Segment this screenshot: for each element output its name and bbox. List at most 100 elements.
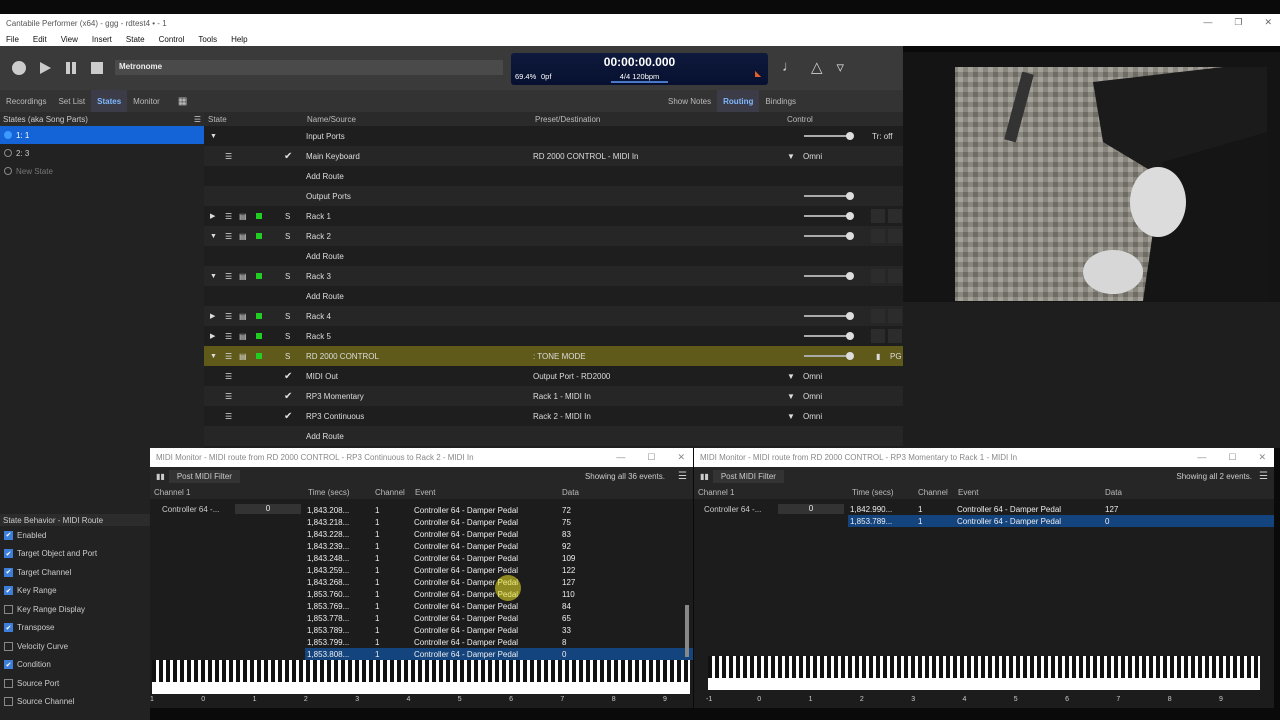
monitor2-filter[interactable]: Post MIDI Filter — [712, 469, 784, 483]
m1-col-data[interactable]: Data — [562, 488, 579, 497]
gain-slider[interactable] — [804, 232, 854, 240]
solo-button[interactable]: S — [285, 272, 290, 281]
grid-row-rack[interactable]: ▶☰▤SRack 4●● — [204, 306, 1043, 326]
state-radio-icon[interactable] — [4, 149, 12, 157]
row-destination[interactable]: Rack 2 - MIDI In — [533, 412, 591, 421]
expand-icon[interactable]: ▶ — [210, 312, 215, 320]
tab-monitor[interactable]: Monitor — [127, 90, 166, 112]
event-row[interactable]: 1,843.239... 1 Controller 64 - Damper Peda… — [305, 540, 693, 552]
tab-show-notes[interactable]: Show Notes — [662, 90, 717, 112]
filter-icon[interactable]: ▼ — [787, 412, 795, 421]
route-enabled-check-icon[interactable]: ✔ — [284, 411, 292, 422]
rack-settings-icon[interactable]: ▤ — [239, 272, 247, 281]
grid-row-route[interactable]: ☰✔MIDI OutOutput Port - RD2000▼Omni●●- — [204, 366, 1065, 386]
maximize-icon[interactable]: ❐ — [1234, 17, 1242, 28]
solo-button[interactable]: S — [285, 332, 290, 341]
rack-slot[interactable] — [888, 209, 902, 223]
drag-handle-icon[interactable]: ☰ — [225, 412, 232, 421]
m1-col-channel[interactable]: Channel — [375, 488, 405, 497]
row-destination[interactable]: : TONE MODE — [533, 352, 586, 361]
drag-handle-icon[interactable]: ☰ — [225, 272, 232, 281]
state-item[interactable]: 2: 3 — [0, 144, 204, 162]
grid-row-rack[interactable]: ▶ ☰ ▤ S Rack 1 — [204, 206, 903, 226]
state-item[interactable]: 1: 1 — [0, 126, 204, 144]
gain-slider[interactable] — [804, 352, 854, 360]
menu-file[interactable]: File — [6, 35, 19, 44]
menu-tools[interactable]: Tools — [198, 35, 217, 44]
slider-knob[interactable] — [846, 312, 854, 320]
checkbox-icon[interactable] — [4, 678, 13, 688]
grid-row-add[interactable]: Add Route — [204, 166, 903, 186]
row-control[interactable]: Omni — [803, 412, 822, 421]
tab-routing[interactable]: Routing — [717, 90, 760, 112]
behavior-item[interactable]: Source Port — [0, 674, 150, 693]
menu-state[interactable]: State — [126, 35, 145, 44]
slider-knob[interactable] — [846, 232, 854, 240]
gain-slider[interactable] — [804, 132, 854, 140]
rack-slot[interactable] — [871, 229, 885, 243]
rack-slot[interactable] — [871, 329, 885, 343]
expand-icon[interactable]: ▼ — [210, 273, 217, 280]
lock-icon[interactable]: ▮ — [876, 352, 880, 361]
behavior-item[interactable]: ✔ Key Range — [0, 582, 150, 601]
tempo-display[interactable]: 4/4 120bpm — [511, 72, 768, 81]
slider-knob[interactable] — [846, 132, 854, 140]
tap-tempo-icon[interactable]: ▿ — [837, 58, 845, 76]
grid-row-rack[interactable]: ▼☰▤SRD 2000 CONTROL: TONE MODE▮PGFX●● — [204, 346, 1043, 366]
monitor1-scrollbar[interactable] — [685, 605, 689, 657]
pause-toggle-icon[interactable]: ▮▮ — [700, 472, 709, 481]
col-control[interactable]: Control — [787, 115, 813, 124]
checkbox-icon[interactable]: ✔ — [4, 549, 13, 559]
monitor2-close-icon[interactable]: ✕ — [1258, 452, 1266, 463]
grid-row-route[interactable]: ☰✔RP3 MomentaryRack 1 - MIDI In▼Omni●●- — [204, 386, 1065, 406]
event-row[interactable]: 1,843.259... 1 Controller 64 - Damper Peda… — [305, 564, 693, 576]
tab-bindings[interactable]: Bindings — [759, 90, 802, 112]
monitor2-minimize-icon[interactable]: — — [1197, 452, 1206, 463]
behavior-item[interactable]: ✔ Target Object and Port — [0, 545, 150, 564]
gain-slider[interactable] — [804, 312, 854, 320]
monitor1-keyboard[interactable] — [152, 660, 690, 694]
grid-row-route[interactable]: ☰ ✔ Main Keyboard RD 2000 CONTROL - MIDI In… — [204, 146, 903, 166]
col-state[interactable]: State — [208, 115, 227, 124]
slider-knob[interactable] — [846, 272, 854, 280]
row-control[interactable]: Omni — [803, 152, 822, 161]
checkbox-icon[interactable] — [4, 641, 13, 651]
menu-edit[interactable]: Edit — [33, 35, 47, 44]
behavior-item[interactable]: ✔ Target Channel — [0, 563, 150, 582]
row-destination[interactable]: RD 2000 CONTROL - MIDI In — [533, 152, 639, 161]
monitor2-maximize-icon[interactable]: ☐ — [1228, 452, 1236, 463]
menu-icon[interactable]: ☰ — [194, 115, 201, 124]
checkbox-icon[interactable] — [4, 697, 13, 707]
expand-icon[interactable]: ▶ — [210, 332, 215, 340]
checkbox-icon[interactable]: ✔ — [4, 530, 13, 540]
behavior-item[interactable]: Source Channel — [0, 693, 150, 712]
note-icon[interactable]: ♩ — [782, 58, 797, 76]
grid-row-group[interactable]: Output Ports — [204, 186, 903, 206]
monitor2-menu-icon[interactable]: ☰ — [1259, 471, 1268, 482]
tab-states[interactable]: States — [91, 90, 128, 112]
checkbox-icon[interactable] — [4, 604, 13, 614]
checkbox-icon[interactable]: ✔ — [4, 586, 13, 596]
record-icon[interactable] — [10, 59, 28, 77]
menu-control[interactable]: Control — [159, 35, 185, 44]
col-name[interactable]: Name/Source — [307, 115, 356, 124]
solo-button[interactable]: S — [285, 352, 290, 361]
rack-settings-icon[interactable]: ▤ — [239, 312, 247, 321]
slider-knob[interactable] — [846, 352, 854, 360]
rack-slot[interactable] — [888, 269, 902, 283]
checkbox-icon[interactable]: ✔ — [4, 623, 13, 633]
close-icon[interactable]: ✕ — [1264, 17, 1272, 28]
event-row[interactable]: 1,853.789... 1 Controller 64 - Damper Peda… — [305, 624, 693, 636]
grid-row-group[interactable]: ▼ Input Ports Tr: off — [204, 126, 903, 146]
behavior-item[interactable]: Key Range Display — [0, 600, 150, 619]
grid-row-rack[interactable]: ▼ ☰ ▤ S Rack 3 — [204, 266, 903, 286]
route-enabled-check-icon[interactable]: ✔ — [284, 151, 292, 162]
rack-slot[interactable] — [871, 269, 885, 283]
event-row[interactable]: 1,853.778... 1 Controller 64 - Damper Peda… — [305, 612, 693, 624]
event-row[interactable]: 1,843.218... 1 Controller 64 - Damper Peda… — [305, 516, 693, 528]
stop-icon[interactable] — [88, 59, 106, 77]
slider-knob[interactable] — [846, 192, 854, 200]
slider-knob[interactable] — [846, 332, 854, 340]
tab-set-list[interactable]: Set List — [52, 90, 91, 112]
filter-icon[interactable]: ▼ — [787, 152, 795, 161]
